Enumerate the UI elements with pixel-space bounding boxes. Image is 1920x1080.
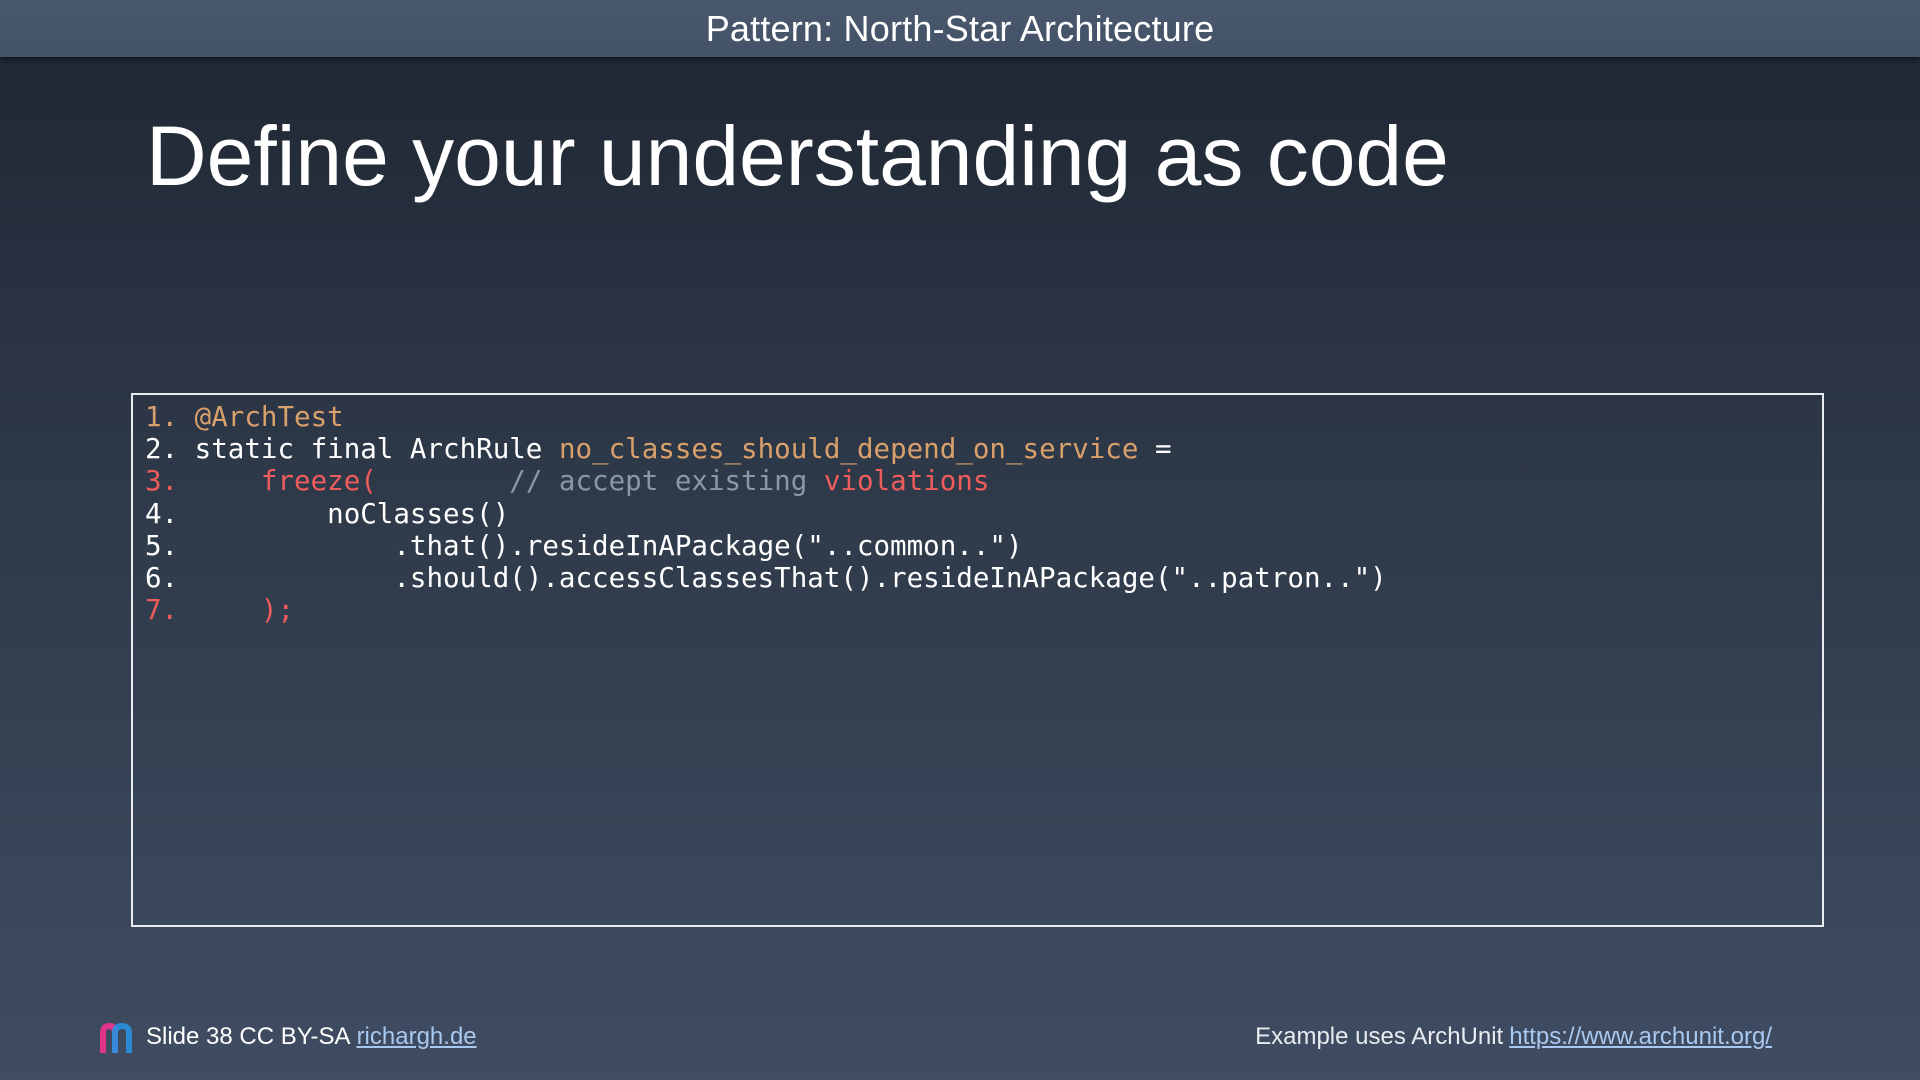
line-number: 7. [145,594,179,627]
code-segment: freeze( [178,465,377,498]
line-number: 2. [145,433,179,466]
code-line-6: 6. .should().accessClassesThat().resideI… [145,562,1810,594]
code-segment: no_classes_should_depend_on_service [558,433,1139,466]
line-number: 3. [145,465,179,498]
archunit-link[interactable]: https://www.archunit.org/ [1509,1023,1772,1051]
code-line-7: 7. ); [145,594,1810,626]
code-segment: = [1138,433,1172,466]
footer-right: Example uses ArchUnit https://www.archun… [1255,1019,1772,1055]
code-line-1: 1. @ArchTest [145,401,1810,433]
header-bar: Pattern: North-Star Architecture [0,0,1920,57]
code-line-5: 5. .that().resideInAPackage("..common.."… [145,530,1810,562]
line-number: 6. [145,561,179,594]
code-line-4: 4. noClasses() [145,498,1810,530]
code-line-3: 3. freeze( // accept existing violations [145,465,1810,497]
line-number: 4. [145,497,179,530]
header-title: Pattern: North-Star Architecture [705,7,1215,49]
slide-title: Define your understanding as code [146,109,1449,203]
example-note: Example uses ArchUnit [1255,1023,1504,1050]
footer-left: Slide 38 CC BY-SA richargh.de [98,1019,477,1055]
author-link[interactable]: richargh.de [357,1023,477,1051]
code-line-2: 2. static final ArchRule no_classes_shou… [145,433,1810,465]
code-segment: violations [823,465,990,498]
code-block: 1. @ArchTest 2. static final ArchRule no… [131,393,1824,927]
slide-number-license: Slide 38 CC BY-SA [146,1023,351,1050]
code-segment: .that().resideInAPackage("..common..") [178,529,1023,562]
code-segment: static final ArchRule [178,433,559,466]
code-segment: .should().accessClassesThat().resideInAP… [178,561,1387,594]
code-comment: // accept existing [376,465,824,498]
line-number: 1. [145,401,179,433]
code-segment: noClasses() [178,497,510,530]
code-segment: ); [178,594,295,627]
code-segment: @ArchTest [178,401,344,433]
richargh-logo-icon [100,1023,132,1053]
line-number: 5. [145,529,179,562]
